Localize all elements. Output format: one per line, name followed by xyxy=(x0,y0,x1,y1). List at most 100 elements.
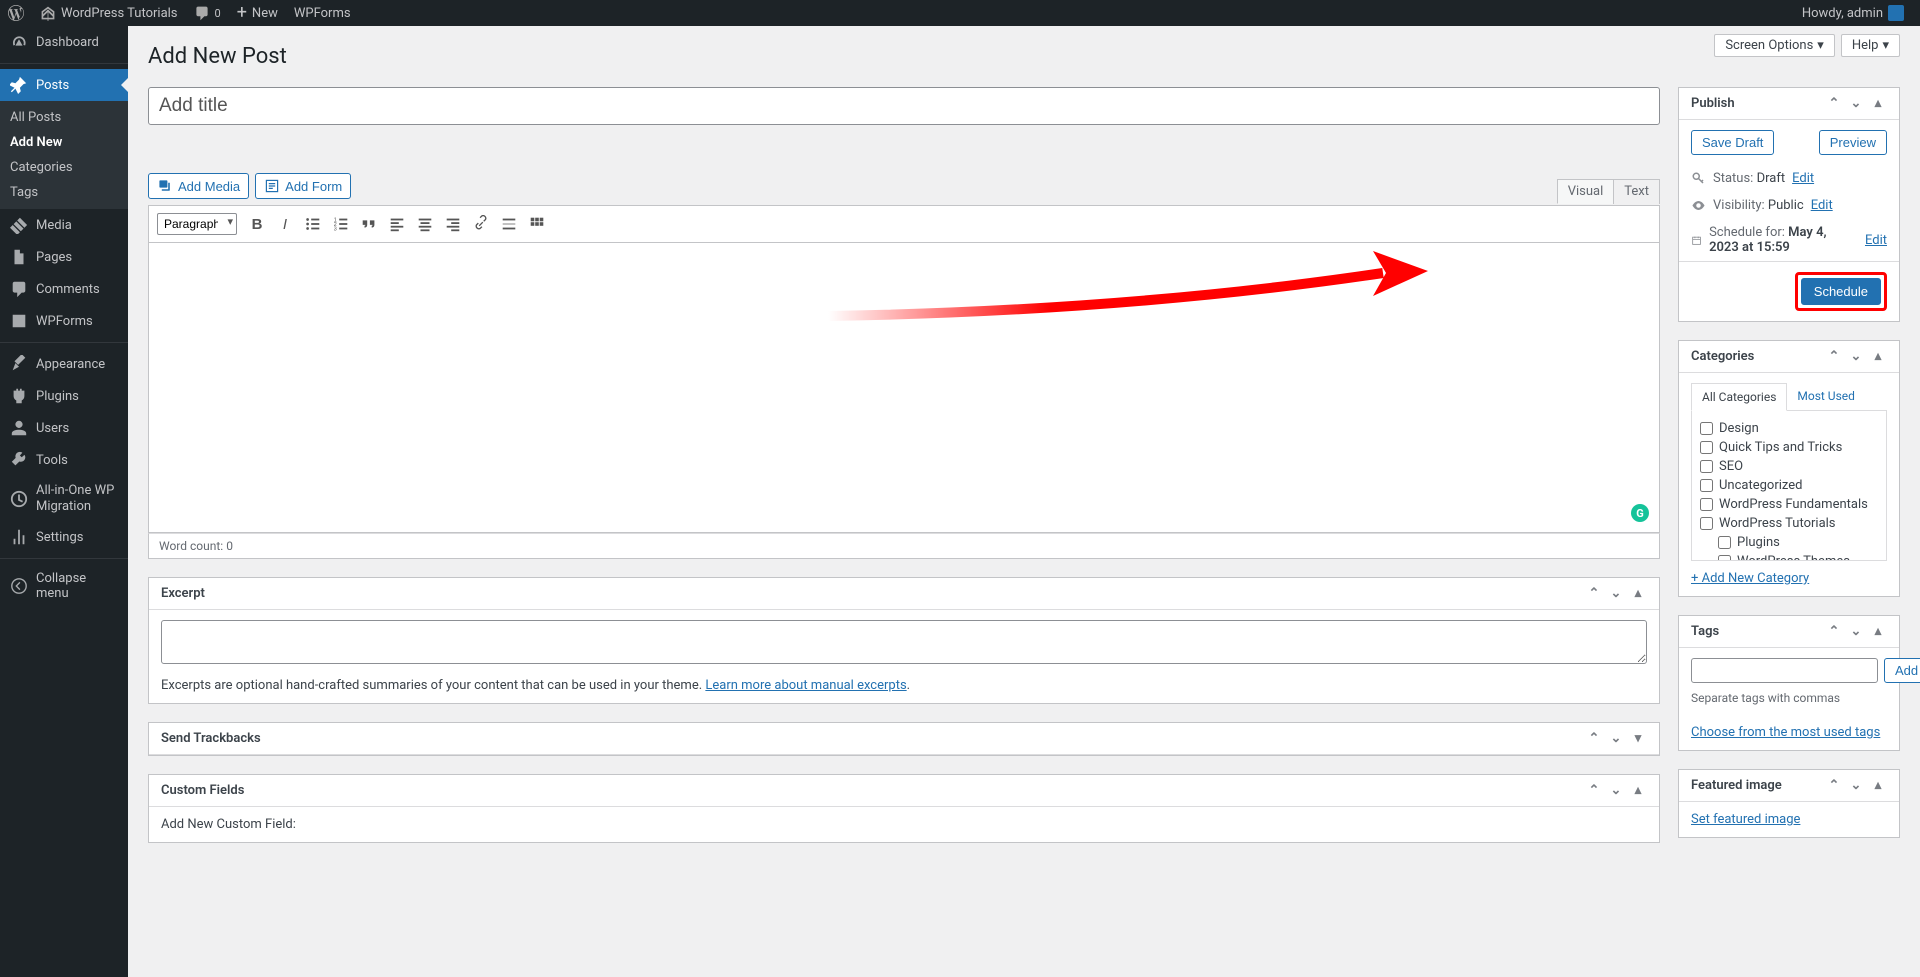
featured-image-box: Featured image ⌃ ⌄ ▴ Set featured image xyxy=(1678,769,1900,838)
help-button[interactable]: Help ▾ xyxy=(1841,34,1900,57)
move-down-icon[interactable]: ⌄ xyxy=(1847,778,1865,793)
link-button[interactable] xyxy=(469,212,493,236)
submenu-add-new[interactable]: Add New xyxy=(0,130,128,155)
move-up-icon[interactable]: ⌃ xyxy=(1825,778,1843,793)
sidebar-item-dashboard[interactable]: Dashboard xyxy=(0,26,128,58)
set-featured-image-link[interactable]: Set featured image xyxy=(1691,812,1800,827)
sidebar-item-pages[interactable]: Pages xyxy=(0,241,128,273)
move-down-icon[interactable]: ⌄ xyxy=(1847,96,1865,111)
preview-button[interactable]: Preview xyxy=(1819,130,1887,155)
read-more-button[interactable] xyxy=(497,212,521,236)
edit-visibility-link[interactable]: Edit xyxy=(1811,198,1833,213)
move-up-icon[interactable]: ⌃ xyxy=(1825,349,1843,364)
category-item[interactable]: WordPress Themes xyxy=(1700,552,1878,561)
choose-tags-link[interactable]: Choose from the most used tags xyxy=(1691,725,1880,740)
submenu-categories[interactable]: Categories xyxy=(0,155,128,180)
move-up-icon[interactable]: ⌃ xyxy=(1585,731,1603,746)
move-down-icon[interactable]: ⌄ xyxy=(1607,731,1625,746)
move-up-icon[interactable]: ⌃ xyxy=(1585,783,1603,798)
sidebar-item-settings[interactable]: Settings xyxy=(0,521,128,553)
sidebar-item-tools[interactable]: Tools xyxy=(0,444,128,476)
cat-tab-all[interactable]: All Categories xyxy=(1691,383,1787,411)
move-up-icon[interactable]: ⌃ xyxy=(1825,96,1843,111)
main-content: Screen Options ▾ Help ▾ Add New Post Add… xyxy=(128,26,1920,886)
sidebar-item-posts[interactable]: Posts xyxy=(0,69,128,101)
toolbar-toggle-button[interactable] xyxy=(525,212,549,236)
site-name-link[interactable]: WordPress Tutorials xyxy=(32,0,186,26)
sidebar-item-media[interactable]: Media xyxy=(0,209,128,241)
edit-schedule-link[interactable]: Edit xyxy=(1865,233,1887,248)
sidebar-item-plugins[interactable]: Plugins xyxy=(0,380,128,412)
tab-text[interactable]: Text xyxy=(1613,179,1660,204)
align-right-button[interactable] xyxy=(441,212,465,236)
sidebar-item-wpforms[interactable]: WPForms xyxy=(0,305,128,337)
screen-options-button[interactable]: Screen Options ▾ xyxy=(1714,34,1835,57)
move-down-icon[interactable]: ⌄ xyxy=(1607,783,1625,798)
admin-bar: WordPress Tutorials 0 + New WPForms Howd… xyxy=(0,0,1920,26)
format-select[interactable]: Paragraph xyxy=(157,213,237,235)
grammarly-icon[interactable] xyxy=(1631,504,1649,522)
tab-visual[interactable]: Visual xyxy=(1557,179,1614,204)
add-tag-button[interactable]: Add xyxy=(1884,658,1920,683)
toggle-icon[interactable]: ▴ xyxy=(1869,624,1887,639)
edit-status-link[interactable]: Edit xyxy=(1792,171,1814,186)
trackbacks-box: Send Trackbacks ⌃ ⌄ ▾ xyxy=(148,722,1660,756)
toggle-icon[interactable]: ▾ xyxy=(1629,731,1647,746)
category-item[interactable]: Quick Tips and Tricks xyxy=(1700,438,1878,457)
category-item[interactable]: WordPress Tutorials xyxy=(1700,514,1878,533)
toggle-icon[interactable]: ▴ xyxy=(1629,586,1647,601)
save-draft-button[interactable]: Save Draft xyxy=(1691,130,1774,155)
number-list-button[interactable]: 123 xyxy=(329,212,353,236)
category-item[interactable]: Uncategorized xyxy=(1700,476,1878,495)
submenu-all-posts[interactable]: All Posts xyxy=(0,105,128,130)
key-icon xyxy=(1691,171,1706,186)
move-down-icon[interactable]: ⌄ xyxy=(1607,586,1625,601)
align-center-button[interactable] xyxy=(413,212,437,236)
sidebar-item-collapse[interactable]: Collapse menu xyxy=(0,564,128,608)
category-item[interactable]: Plugins xyxy=(1700,533,1878,552)
move-down-icon[interactable]: ⌄ xyxy=(1847,624,1865,639)
quote-button[interactable] xyxy=(357,212,381,236)
wpforms-icon xyxy=(10,312,28,330)
wp-logo[interactable] xyxy=(0,0,32,26)
sidebar-item-comments[interactable]: Comments xyxy=(0,273,128,305)
category-item[interactable]: WordPress Fundamentals xyxy=(1700,495,1878,514)
tags-input[interactable] xyxy=(1691,658,1878,683)
page-title: Add New Post xyxy=(148,26,1900,87)
toggle-icon[interactable]: ▴ xyxy=(1869,349,1887,364)
schedule-highlight: Schedule xyxy=(1795,272,1887,311)
sidebar-item-appearance[interactable]: Appearance xyxy=(0,348,128,380)
wpforms-link[interactable]: WPForms xyxy=(286,0,359,26)
move-down-icon[interactable]: ⌄ xyxy=(1847,349,1865,364)
add-category-link[interactable]: + Add New Category xyxy=(1691,571,1809,586)
new-content-link[interactable]: + New xyxy=(229,0,286,26)
move-up-icon[interactable]: ⌃ xyxy=(1825,624,1843,639)
post-title-input[interactable] xyxy=(148,87,1660,125)
category-item[interactable]: Design xyxy=(1700,419,1878,438)
posts-submenu: All Posts Add New Categories Tags xyxy=(0,101,128,209)
move-up-icon[interactable]: ⌃ xyxy=(1585,586,1603,601)
italic-button[interactable]: I xyxy=(273,212,297,236)
add-media-button[interactable]: Add Media xyxy=(148,173,249,199)
excerpt-textarea[interactable] xyxy=(161,620,1647,664)
schedule-button[interactable]: Schedule xyxy=(1801,278,1881,305)
editor-body[interactable] xyxy=(148,243,1660,533)
bold-button[interactable]: B xyxy=(245,212,269,236)
add-form-button[interactable]: Add Form xyxy=(255,173,351,199)
bullet-list-button[interactable] xyxy=(301,212,325,236)
media-icon xyxy=(10,216,28,234)
editor-toolbar: Paragraph B I 123 xyxy=(148,205,1660,243)
excerpt-help-link[interactable]: Learn more about manual excerpts xyxy=(705,678,906,693)
sidebar-item-migration[interactable]: All-in-One WP Migration xyxy=(0,476,128,521)
comments-bubble[interactable]: 0 xyxy=(186,0,229,26)
align-left-button[interactable] xyxy=(385,212,409,236)
cat-tab-most[interactable]: Most Used xyxy=(1787,383,1865,410)
form-icon xyxy=(264,178,280,194)
toggle-icon[interactable]: ▴ xyxy=(1869,778,1887,793)
category-item[interactable]: SEO xyxy=(1700,457,1878,476)
sidebar-item-users[interactable]: Users xyxy=(0,412,128,444)
howdy-account[interactable]: Howdy, admin xyxy=(1794,0,1912,26)
toggle-icon[interactable]: ▴ xyxy=(1629,783,1647,798)
submenu-tags[interactable]: Tags xyxy=(0,180,128,205)
toggle-icon[interactable]: ▴ xyxy=(1869,96,1887,111)
